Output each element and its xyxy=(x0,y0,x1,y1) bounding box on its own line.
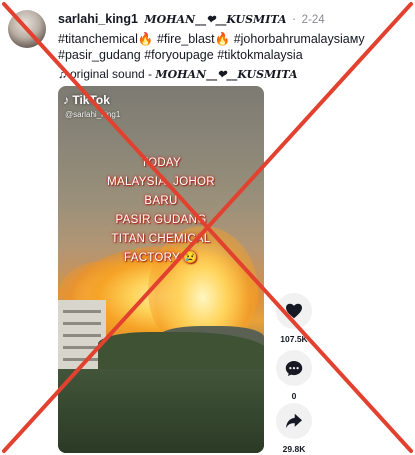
music-note-icon: ♫ xyxy=(58,67,67,81)
like-button[interactable] xyxy=(276,293,312,329)
share-count: 29.8K xyxy=(282,444,306,454)
music-artist: MOHAN__❤__KUSMITA xyxy=(155,68,298,81)
comment-count: 0 xyxy=(291,391,297,401)
overlay-line: FACTORY 😢 xyxy=(124,252,198,264)
hashtag[interactable]: #pasir_gudang xyxy=(58,48,141,62)
video-handle: @sarlahi_king1 xyxy=(65,110,121,119)
like-action[interactable]: 107.5K xyxy=(274,293,314,344)
caption: #titanchemical🔥 #fire_blast🔥 #johorbahru… xyxy=(58,31,410,63)
tree-line xyxy=(98,332,264,372)
user-line: sarlahi_king1 MOHAN__❤__KUSMITA · 2-24 xyxy=(58,12,325,26)
nickname: MOHAN__❤__KUSMITA xyxy=(144,13,287,26)
video-player[interactable]: ♪ TikTok @sarlahi_king1 TODAY MALAYSIA, … xyxy=(58,86,264,453)
overlay-line: PASIR GUDANG xyxy=(115,214,207,226)
music-info[interactable]: ♫ original sound - MOHAN__❤__KUSMITA xyxy=(58,67,298,81)
video-overlay-text: TODAY MALAYSIA, JOHOR BARU PASIR GUDANG … xyxy=(58,154,264,268)
like-count: 107.5K xyxy=(280,334,308,344)
hashtag[interactable]: #johorbahrumalaysiaмy xyxy=(234,32,365,46)
post-date: 2-24 xyxy=(301,14,325,26)
share-button[interactable] xyxy=(276,403,312,439)
hashtag[interactable]: #titanchemical🔥 xyxy=(58,32,153,46)
comment-button[interactable] xyxy=(276,350,312,386)
overlay-line: MALAYSIA, JOHOR xyxy=(107,176,215,188)
overlay-line: TODAY xyxy=(140,157,182,169)
share-icon xyxy=(286,413,302,429)
overlay-line: BARU xyxy=(144,195,178,207)
hashtag[interactable]: #fire_blast🔥 xyxy=(157,32,230,46)
comment-action[interactable]: 0 xyxy=(274,350,314,401)
tiktok-logo-icon: ♪ TikTok xyxy=(63,93,110,107)
comment-icon xyxy=(285,360,303,376)
username[interactable]: sarlahi_king1 xyxy=(58,12,138,26)
music-label: original sound - xyxy=(70,67,156,81)
overlay-line: TITAN CHEMICAL xyxy=(111,233,211,245)
hashtag[interactable]: #tiktokmalaysia xyxy=(217,48,302,62)
ground xyxy=(58,369,264,453)
avatar[interactable] xyxy=(8,10,46,48)
hashtag[interactable]: #foryoupage xyxy=(144,48,214,62)
separator: · xyxy=(291,12,297,26)
heart-icon xyxy=(286,303,302,319)
share-action[interactable]: 29.8K xyxy=(274,403,314,454)
